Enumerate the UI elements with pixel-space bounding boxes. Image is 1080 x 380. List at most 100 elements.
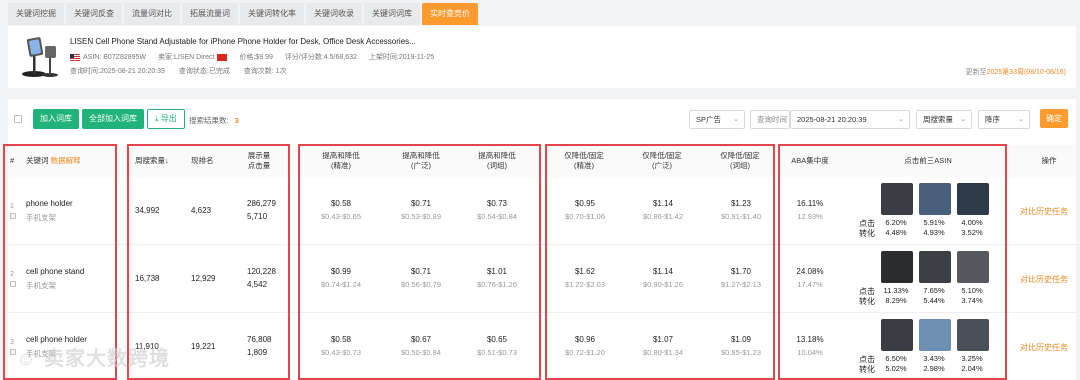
row-index: 2 — [10, 271, 14, 278]
asin-thumbnail[interactable] — [881, 183, 913, 215]
sort-order-select[interactable]: 降序 ⌄ — [978, 110, 1030, 129]
col-updown-phrase: 提高和降低 (词组) — [478, 151, 516, 170]
col-updown-broad: 提高和降低 (广泛) — [402, 151, 440, 170]
bid-range: $1.22-$2.03 — [564, 280, 606, 289]
aba-share-1: 16.11% — [796, 199, 824, 208]
tab-keyword-indexing[interactable]: 关键词收录 — [306, 3, 362, 25]
tab-expand-traffic[interactable]: 拓展流量词 — [182, 3, 238, 25]
asin-click-share: 7.65% — [923, 286, 945, 295]
update-info: 更新至2025第33周(08/10-08/16) — [965, 69, 1066, 76]
asin-thumbnail[interactable] — [957, 319, 989, 351]
keyword-translation: 手机支架 — [26, 281, 56, 290]
bid-range: $0.70-$1.06 — [564, 212, 606, 221]
bid-range: $0.43-$0.73 — [320, 348, 362, 357]
asin-thumbnail[interactable] — [919, 183, 951, 215]
compare-history-link[interactable]: 对比历史任务 — [1020, 342, 1068, 353]
asin-thumbnail[interactable] — [957, 251, 989, 283]
bid-value: $0.65 — [486, 335, 508, 344]
chevron-down-icon: ⌄ — [1018, 116, 1024, 123]
aba-share-2: 12.93% — [797, 212, 823, 221]
bid-range: $0.91-$1.40 — [720, 212, 762, 221]
col-index: # — [10, 156, 15, 165]
sort-field-select[interactable]: 周搜索量 ⌄ — [916, 110, 972, 129]
compare-history-link[interactable]: 对比历史任务 — [1020, 206, 1068, 217]
keyword-text[interactable]: phone holder — [26, 199, 73, 208]
row-checkbox[interactable] — [10, 281, 16, 287]
product-meta-line: ASIN: B07Z82895W 卖家:LISEN Direct 价格:$9.9… — [70, 52, 446, 62]
asin-conversion-share: 3.52% — [961, 228, 983, 237]
asin-conversion-share: 2.98% — [923, 364, 945, 373]
asin-click-share: 6.20% — [885, 218, 907, 227]
add-to-library-button[interactable]: 加入词库 — [33, 109, 79, 129]
bid-range: $0.90-$1.26 — [642, 280, 684, 289]
us-flag-icon — [70, 53, 80, 61]
product-title[interactable]: LISEN Cell Phone Stand Adjustable for iP… — [70, 37, 416, 46]
product-seller: 卖家:LISEN Direct — [158, 52, 228, 62]
query-time: 查询时间:2025-08-21 20:20:39 — [70, 68, 165, 75]
asin-conversion-share: 4.93% — [923, 228, 945, 237]
row-index: 1 — [10, 203, 14, 210]
select-all-checkbox[interactable] — [14, 115, 22, 123]
bid-range: $0.74-$1.24 — [320, 280, 362, 289]
tab-keyword-reverse[interactable]: 关键词反查 — [66, 3, 122, 25]
col-downfixed-broad: 仅降低/固定 (广泛) — [642, 151, 682, 170]
bid-range: $0.86-$1.42 — [642, 212, 684, 221]
product-card: LISEN Cell Phone Stand Adjustable for iP… — [8, 26, 1076, 88]
data-explanation-link[interactable]: 数据解释 — [51, 156, 81, 165]
asin-thumbnail[interactable] — [881, 319, 913, 351]
bid-range: $0.51-$0.73 — [476, 348, 518, 357]
bid-range: $0.53-$0.89 — [400, 212, 442, 221]
tab-keyword-conversion[interactable]: 关键词转化率 — [240, 3, 304, 25]
confirm-button[interactable]: 确定 — [1040, 109, 1068, 128]
asin-conversion-share: 4.48% — [885, 228, 907, 237]
asin-thumbnail[interactable] — [919, 251, 951, 283]
row-divider — [8, 244, 1076, 245]
product-thumbnail[interactable] — [14, 32, 62, 80]
highlight-updown-box — [298, 144, 541, 380]
clicks-value: 4,542 — [247, 280, 268, 289]
aba-share-1: 13.18% — [796, 335, 824, 344]
col-updown-exact: 提高和降低 (精准) — [322, 151, 360, 170]
update-week: 2025第33周(08/10-08/16) — [986, 69, 1066, 76]
asin-thumbnail[interactable] — [919, 319, 951, 351]
export-button[interactable]: ⤓ 导出 — [147, 109, 185, 129]
col-weekly-search[interactable]: 周搜索量↓ — [135, 156, 169, 166]
chevron-down-icon: ⌄ — [960, 116, 966, 123]
bid-range: $0.85-$1.23 — [720, 348, 762, 357]
bid-range: $0.54-$0.84 — [476, 212, 518, 221]
product-asin[interactable]: ASIN: B07Z82895W — [83, 54, 146, 61]
bid-value: $0.71 — [410, 199, 432, 208]
asin-click-share: 3.25% — [961, 354, 983, 363]
row-divider — [8, 312, 1076, 313]
compare-history-link[interactable]: 对比历史任务 — [1020, 274, 1068, 285]
col-downfixed-phrase: 仅降低/固定 (词组) — [720, 151, 760, 170]
results-count-label: 搜索结果数: 3 — [189, 116, 239, 125]
asin-click-share: 5.91% — [923, 218, 945, 227]
bid-value: $1.23 — [730, 199, 752, 208]
asin-thumbnail[interactable] — [957, 183, 989, 215]
bid-value: $1.09 — [730, 335, 752, 344]
weekly-search-value: 16,738 — [135, 274, 160, 283]
impressions-value: 286,279 — [247, 199, 276, 208]
row-checkbox[interactable] — [10, 213, 16, 219]
ad-type-select[interactable]: SP广告 ⌄ — [689, 110, 745, 129]
query-meta-line: 查询时间:2025-08-21 20:20:39 查询状态:已完成 查询次数: … — [70, 66, 299, 76]
keyword-text[interactable]: cell phone stand — [26, 267, 84, 276]
tab-keyword-mining[interactable]: 关键词挖掘 — [8, 3, 64, 25]
keyword-translation: 手机支架 — [26, 213, 56, 222]
current-rank-value: 12,929 — [191, 274, 216, 283]
results-panel: 加入词库 全部加入词库 ⤓ 导出 搜索结果数: 3 SP广告 ⌄ 查询时间 2025… — [3, 99, 1076, 380]
tab-keyword-library[interactable]: 关键词词库 — [364, 3, 420, 25]
bid-value: $0.58 — [330, 335, 352, 344]
tab-realtime-bid[interactable]: 实时查竞价 — [422, 3, 478, 25]
asin-thumbnail[interactable] — [881, 251, 913, 283]
highlight-downfixed-box — [545, 144, 775, 380]
aba-share-2: 10.04% — [797, 348, 823, 357]
add-all-to-library-button[interactable]: 全部加入词库 — [82, 109, 144, 129]
current-rank-value: 19,221 — [191, 342, 216, 351]
query-time-select[interactable]: 2025-08-21 20:20:39 ⌄ — [790, 110, 910, 129]
tab-traffic-compare[interactable]: 流量词对比 — [124, 3, 180, 25]
query-count: 查询次数: 1次 — [243, 68, 287, 75]
col-keyword: 关键词 数据解释 — [26, 156, 81, 165]
conversion-label: 转化 — [859, 365, 875, 374]
